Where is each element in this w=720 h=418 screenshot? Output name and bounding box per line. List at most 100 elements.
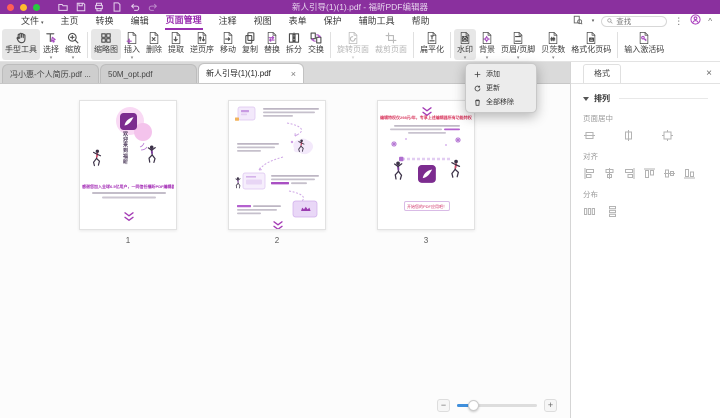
document-icon[interactable] [112, 2, 122, 12]
toolbar-format-page-number-button[interactable]: 格式化页码 [568, 29, 614, 60]
page-thumbnail-2[interactable] [228, 100, 326, 230]
page-thumbnails-canvas: 欢迎来到福昕 感谢您加入全球6.5亿用户，一同信任福昕PDF编辑器 1 [0, 84, 570, 418]
undo-icon[interactable] [130, 2, 140, 12]
titlebar: 新人引导(1)(1).pdf - 福昕PDF编辑器 [0, 0, 720, 14]
page-1-artwork [80, 101, 177, 230]
page-thumbnail-1[interactable]: 欢迎来到福昕 感谢您加入全球6.5亿用户，一同信任福昕PDF编辑器 [79, 100, 177, 230]
center-vertically-icon [583, 129, 596, 142]
menu-convert[interactable]: 转换 [95, 13, 115, 29]
align-horizontal-center-icon [603, 167, 616, 180]
toolbar-thumbnail-button[interactable]: 缩略图 [91, 29, 121, 60]
toolbar-swap-button[interactable]: 交换 [305, 29, 327, 60]
search-input[interactable] [616, 17, 660, 26]
toolbar-bates-number-button[interactable]: 贝茨数 ▾ [538, 29, 568, 60]
redo-icon[interactable] [148, 2, 158, 12]
extract-page-icon [168, 31, 184, 45]
menu-home[interactable]: 主页 [60, 13, 80, 29]
minimize-window-button[interactable] [20, 4, 27, 11]
watermark-add-item[interactable]: 添加 [466, 67, 536, 81]
move-page-icon [220, 31, 236, 45]
chevron-down-icon: ▾ [131, 55, 134, 61]
watermark-remove-all-item[interactable]: 全部移除 [466, 95, 536, 109]
align-right-icon [623, 167, 636, 180]
menu-protect[interactable]: 保护 [323, 13, 343, 29]
menu-accessibility-tools[interactable]: 辅助工具 [358, 13, 396, 29]
search-box[interactable] [601, 16, 667, 27]
page-thumbnail-3[interactable]: 编辑特权仅298元/年，专享上述编辑器所有功能特权。 开始您的PDF应用吧！ [377, 100, 475, 230]
flatten-icon [424, 31, 440, 45]
toolbar-insert-button[interactable]: 插入 ▾ [121, 29, 143, 60]
page-1-title: 欢迎来到福昕 [122, 131, 129, 165]
zoom-slider-handle[interactable] [468, 400, 479, 411]
maximize-window-button[interactable] [33, 4, 40, 11]
toolbar-background-button[interactable]: 背景 ▾ [476, 29, 498, 60]
format-page-number-icon [583, 31, 599, 45]
zoom-slider-track[interactable] [457, 404, 537, 407]
tab-newbie-guide-pdf[interactable]: 新人引导(1)(1).pdf × [198, 63, 304, 83]
more-options-icon[interactable]: ⋮ [674, 16, 683, 27]
menu-help[interactable]: 帮助 [411, 13, 431, 29]
page-3-start-button: 开始您的PDF应用吧！ [404, 201, 450, 211]
print-icon[interactable] [94, 2, 104, 12]
collapse-toolbar-icon[interactable]: ^ [708, 17, 712, 26]
toolbar-hand-tool-button[interactable]: 手型工具 [2, 29, 40, 60]
toolbar-crop-pages-button: 裁剪页面 [372, 29, 410, 60]
toolbar-separator [617, 32, 618, 58]
toolbar-delete-button[interactable]: 删除 [143, 29, 165, 60]
format-panel-tab[interactable]: 格式 [583, 64, 621, 83]
align-bottom-icon [683, 167, 696, 180]
tab-resume-pdf[interactable]: 冯小惠-个人简历.pdf ... [2, 64, 99, 83]
toolbar-flatten-button[interactable]: 扁平化 [417, 29, 447, 60]
close-panel-icon[interactable]: × [706, 68, 712, 79]
toolbar-header-footer-button[interactable]: 页眉/页脚 ▾ [498, 29, 538, 60]
copy-page-icon [242, 31, 258, 45]
menu-file[interactable]: 文件▾ [20, 13, 45, 29]
close-window-button[interactable] [7, 4, 14, 11]
page-number-1: 1 [79, 236, 177, 245]
delete-page-icon [146, 31, 162, 45]
watermark-update-item[interactable]: 更新 [466, 81, 536, 95]
toolbar-extract-button[interactable]: 提取 [165, 29, 187, 60]
chevron-down-icon: ▾ [486, 55, 489, 61]
menu-page-management[interactable]: 页面管理 [165, 12, 203, 30]
toolbar-move-button[interactable]: 移动 [217, 29, 239, 60]
arrange-section-label: 排列 [594, 93, 610, 104]
toolbar-copy-button[interactable]: 复制 [239, 29, 261, 60]
toolbar-split-button[interactable]: 拆分 [283, 29, 305, 60]
page-3-headline: 编辑特权仅298元/年，专享上述编辑器所有功能特权。 [380, 115, 472, 121]
toolbar-reverse-order-button[interactable]: 逆页序 [187, 29, 217, 60]
menu-form[interactable]: 表单 [288, 13, 308, 29]
zoom-in-button[interactable]: + [544, 399, 557, 412]
menubar: 文件▾ 主页 转换 编辑 页面管理 注释 视图 表单 保护 辅助工具 帮助 ▾ … [0, 14, 720, 28]
menu-edit[interactable]: 编辑 [130, 13, 150, 29]
save-icon[interactable] [76, 2, 86, 12]
refresh-icon [474, 85, 481, 92]
rotate-pages-icon [345, 31, 361, 45]
distribute-vertically-icon [606, 205, 619, 218]
menu-comment[interactable]: 注释 [218, 13, 238, 29]
page-2-artwork [229, 101, 326, 230]
close-tab-icon[interactable]: × [291, 69, 296, 79]
bates-number-icon [545, 31, 561, 45]
open-file-icon[interactable] [58, 2, 68, 12]
toolbar-watermark-button[interactable]: 水印 ▾ [454, 29, 476, 60]
page-number-3: 3 [377, 236, 475, 245]
menu-view[interactable]: 视图 [253, 13, 273, 29]
find-replace-icon[interactable] [573, 12, 583, 30]
zoom-out-button[interactable]: − [437, 399, 450, 412]
chevron-down-icon: ▾ [41, 20, 44, 26]
activation-key-icon [636, 31, 652, 45]
window-controls [7, 4, 40, 11]
account-avatar[interactable] [690, 12, 701, 30]
thumbnail-grid-icon [98, 31, 114, 45]
toolbar-select-button[interactable]: 选择 ▾ [40, 29, 62, 60]
toolbar-activation-code-button[interactable]: 输入激活码 [621, 29, 667, 60]
chevron-down-icon[interactable]: ▾ [592, 18, 595, 24]
toolbar-replace-button[interactable]: 替换 [261, 29, 283, 60]
collapse-section-icon[interactable] [583, 97, 589, 101]
distribute-horizontally-icon [583, 205, 596, 218]
zoom-icon [65, 31, 81, 45]
tab-50m-opt-pdf[interactable]: 50M_opt.pdf [100, 64, 197, 83]
toolbar: 手型工具 选择 ▾ 缩放 ▾ 缩略图 插入 ▾ 删除 提取 [0, 28, 720, 62]
toolbar-zoom-button[interactable]: 缩放 ▾ [62, 29, 84, 60]
